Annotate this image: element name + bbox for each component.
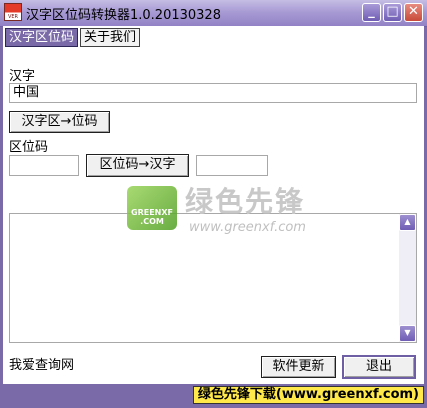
- watermark-logo-text: GREENXF .COM: [131, 208, 173, 226]
- scroll-down-button[interactable]: ▼: [399, 325, 416, 342]
- website-link[interactable]: 我爱查询网: [9, 354, 74, 373]
- hanzi-to-code-button[interactable]: 汉字区→位码: [9, 111, 110, 133]
- update-button[interactable]: 软件更新: [261, 356, 336, 378]
- app-icon-label: VER: [7, 14, 19, 20]
- tab-hanzi-code[interactable]: 汉字区位码: [5, 28, 79, 47]
- hanzi-output-field[interactable]: [196, 155, 268, 176]
- vertical-scrollbar[interactable]: ▲ ▼: [399, 214, 416, 342]
- status-bar: 绿色先锋下载(www.greenxf.com): [0, 384, 427, 408]
- code-to-hanzi-button[interactable]: 区位码→汉字: [86, 154, 189, 177]
- download-banner[interactable]: 绿色先锋下载(www.greenxf.com): [192, 386, 424, 404]
- scroll-up-button[interactable]: ▲: [399, 214, 416, 231]
- watermark-title: 绿色先锋: [185, 185, 306, 218]
- maximize-button[interactable]: □: [383, 3, 402, 22]
- window-title: 汉字区位码转换器1.0.20130328: [26, 8, 221, 23]
- code-label: 区位码: [9, 140, 49, 155]
- close-button[interactable]: ✕: [404, 3, 423, 22]
- app-window: VER 汉字区位码转换器1.0.20130328 _ □ ✕ 汉字区位码 关于我…: [0, 0, 427, 408]
- exit-button[interactable]: 退出: [342, 355, 416, 379]
- minimize-button[interactable]: _: [362, 3, 381, 22]
- hanzi-label: 汉字: [9, 69, 36, 84]
- watermark: GREENXF .COM 绿色先锋 www.greenxf.com: [127, 180, 307, 260]
- close-icon: ✕: [408, 4, 419, 19]
- client-area: 汉字区位码 关于我们 汉字 中国 汉字区→位码 区位码 区位码→汉字 ▲ ▼ G…: [3, 26, 424, 384]
- watermark-url: www.greenxf.com: [189, 220, 306, 235]
- watermark-logo-icon: GREENXF .COM: [127, 186, 177, 230]
- maximize-icon: □: [386, 4, 399, 19]
- minimize-icon: _: [368, 4, 375, 19]
- title-bar[interactable]: VER 汉字区位码转换器1.0.20130328 _ □ ✕: [0, 0, 427, 27]
- hanzi-input[interactable]: 中国: [9, 83, 417, 103]
- app-icon: VER: [4, 3, 22, 21]
- tab-about-us[interactable]: 关于我们: [80, 28, 141, 47]
- code-input[interactable]: [9, 155, 79, 176]
